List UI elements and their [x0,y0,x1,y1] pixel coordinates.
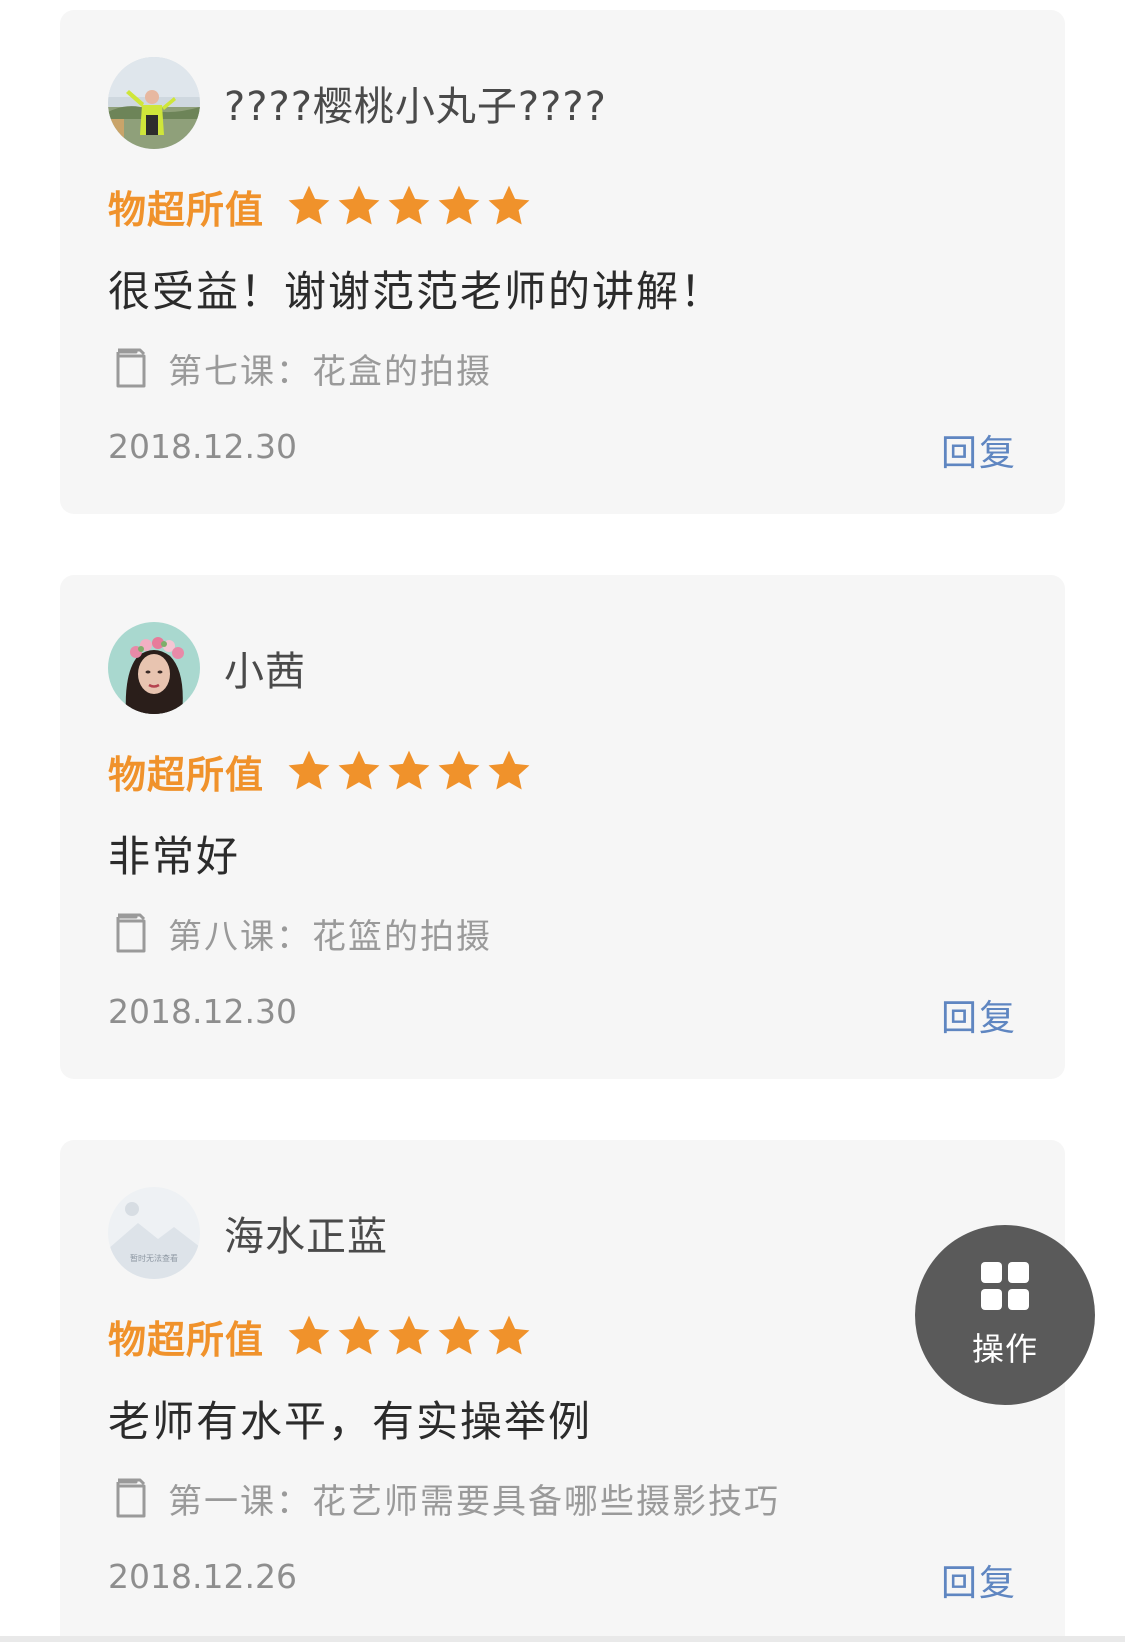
lesson-link[interactable]: 第七课：花盒的拍摄 [110,342,492,394]
placeholder-avatar-icon: 暂时无法查看 [108,1187,200,1279]
fab-label: 操作 [971,1330,1038,1368]
star-icon [388,185,430,225]
lesson-title: 第七课：花盒的拍摄 [168,351,492,392]
reply-button[interactable]: 回复 [941,989,1017,1041]
star-icon [288,1315,330,1355]
star-icon [288,185,330,225]
operations-fab-button[interactable]: 操作 [915,1225,1095,1405]
avatar[interactable] [108,57,200,149]
star-rating [284,1311,534,1361]
review-date: 2018.12.26 [108,1557,297,1596]
star-icon [338,750,380,790]
rating-label: 物超所值 [108,187,265,232]
lesson-title: 第一课：花艺师需要具备哪些摄影技巧 [168,1481,780,1522]
star-icon [438,750,480,790]
grid-icon [981,1262,1029,1310]
avatar[interactable]: 暂时无法查看 [108,1187,200,1279]
review-user: 小茜 [108,622,306,714]
star-icon [288,750,330,790]
avatar-placeholder-text: 暂时无法查看 [130,1253,178,1263]
review-comment: 非常好 [108,832,241,881]
rating-row: 物超所值 [108,743,534,799]
document-icon [116,913,146,953]
rating-label: 物超所值 [108,1317,265,1362]
review-date: 2018.12.30 [108,992,297,1031]
username: 海水正蓝 [224,1214,388,1260]
star-icon [438,1315,480,1355]
star-rating [284,746,534,796]
username: 小茜 [224,649,306,695]
document-icon [116,1478,146,1518]
star-rating [284,181,534,231]
star-icon [438,185,480,225]
star-icon [488,185,530,225]
star-icon [338,1315,380,1355]
photo-avatar-icon [108,622,200,714]
star-icon [388,1315,430,1355]
reply-button[interactable]: 回复 [941,1554,1017,1606]
review-comment: 很受益！谢谢范范老师的讲解！ [108,267,725,316]
lesson-title: 第八课：花篮的拍摄 [168,916,492,957]
review-card: 暂时无法查看 海水正蓝 物超所值 老师有水平，有实操举例 第一课：花艺师需要具备… [60,1140,1065,1642]
review-comment: 老师有水平，有实操举例 [108,1397,593,1446]
lesson-link[interactable]: 第八课：花篮的拍摄 [110,907,492,959]
rating-row: 物超所值 [108,178,534,234]
star-icon [488,1315,530,1355]
lesson-link[interactable]: 第一课：花艺师需要具备哪些摄影技巧 [110,1472,780,1524]
star-icon [488,750,530,790]
star-icon [338,185,380,225]
photo-avatar-icon [108,57,200,149]
review-user: ????樱桃小丸子???? [108,57,607,149]
review-card: ????樱桃小丸子???? 物超所值 很受益！谢谢范范老师的讲解！ 第七课：花盒… [60,10,1065,514]
rating-row: 物超所值 [108,1308,534,1364]
document-icon [116,348,146,388]
avatar[interactable] [108,622,200,714]
username: ????樱桃小丸子???? [224,84,607,130]
bottom-divider [0,1636,1125,1642]
review-list-page: ????樱桃小丸子???? 物超所值 很受益！谢谢范范老师的讲解！ 第七课：花盒… [0,0,1125,1642]
star-icon [388,750,430,790]
review-user: 暂时无法查看 海水正蓝 [108,1187,388,1279]
review-date: 2018.12.30 [108,427,297,466]
reply-button[interactable]: 回复 [941,424,1017,476]
review-card: 小茜 物超所值 非常好 第八课：花篮的拍摄 2018.12.30 回复 [60,575,1065,1079]
rating-label: 物超所值 [108,752,265,797]
